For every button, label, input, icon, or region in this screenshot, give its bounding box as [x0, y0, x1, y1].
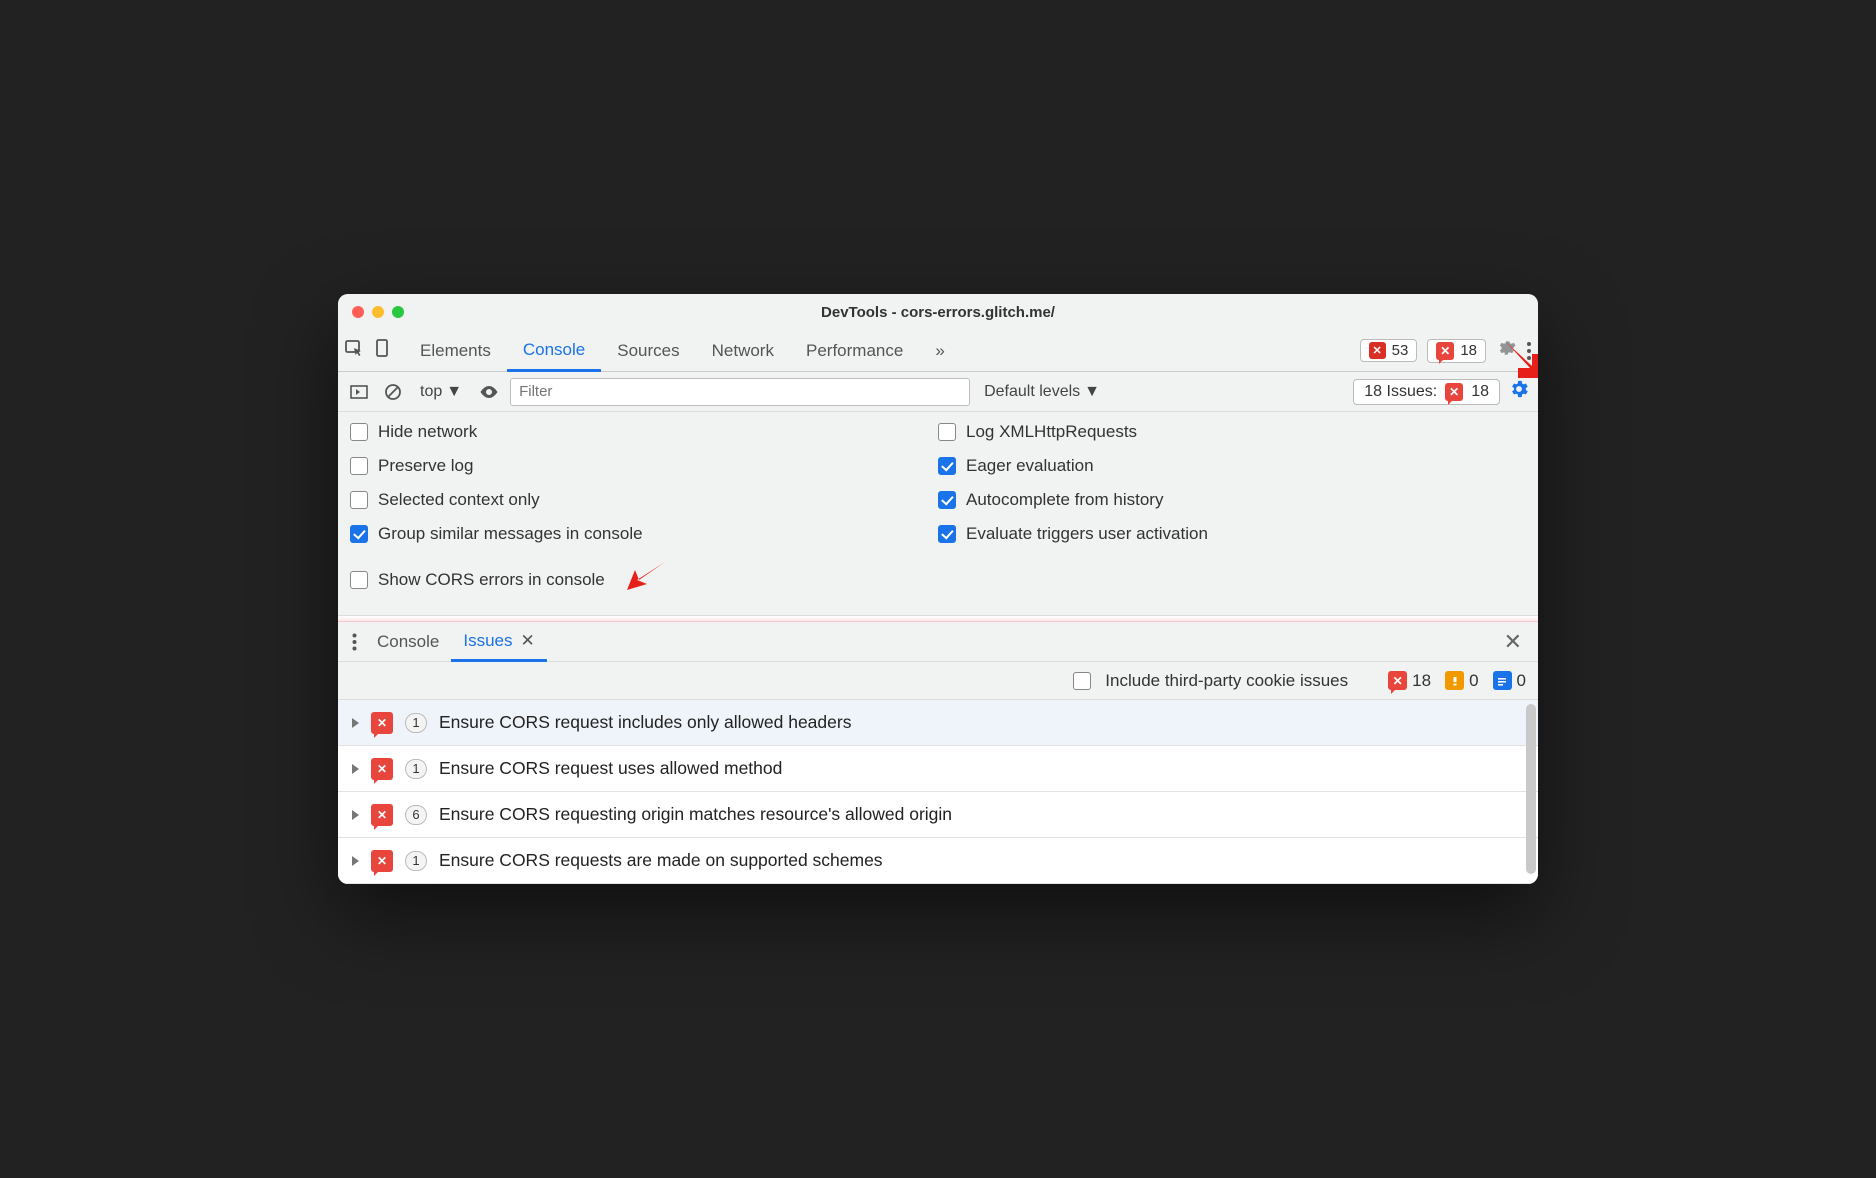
log-levels-selector[interactable]: Default levels ▼	[984, 383, 1100, 401]
issue-title: Ensure CORS requesting origin matches re…	[439, 804, 952, 825]
checkbox-icon	[350, 457, 368, 475]
context-selector[interactable]: top ▼	[414, 383, 468, 401]
maximize-window[interactable]	[392, 306, 404, 318]
main-tabstrip: Elements Console Sources Network Perform…	[338, 330, 1538, 372]
expand-icon[interactable]	[352, 856, 359, 866]
console-toolbar: top ▼ Default levels ▼ 18 Issues: 18	[338, 372, 1538, 412]
setting-show-cors[interactable]: Show CORS errors in console	[350, 558, 938, 601]
checkbox-icon	[350, 571, 368, 589]
checkbox-checked-icon	[350, 525, 368, 543]
count-pill: 6	[405, 805, 427, 825]
issue-row[interactable]: 6 Ensure CORS requesting origin matches …	[338, 792, 1538, 838]
chevron-down-icon: ▼	[446, 383, 462, 401]
setting-eval-user-activation[interactable]: Evaluate triggers user activation	[938, 524, 1526, 544]
message-error-icon	[371, 712, 393, 734]
count-pill: 1	[405, 851, 427, 871]
issues-list: 1 Ensure CORS request includes only allo…	[338, 700, 1538, 884]
issue-title: Ensure CORS request includes only allowe…	[439, 712, 851, 733]
error-count-badge[interactable]: ✕ 53	[1360, 339, 1418, 362]
setting-autocomplete-history[interactable]: Autocomplete from history	[938, 490, 1526, 510]
message-error-icon	[1445, 383, 1463, 401]
checkbox-checked-icon	[938, 491, 956, 509]
close-window[interactable]	[352, 306, 364, 318]
expand-icon[interactable]	[352, 764, 359, 774]
issue-title: Ensure CORS request uses allowed method	[439, 758, 782, 779]
setting-eager-eval[interactable]: Eager evaluation	[938, 456, 1526, 476]
close-drawer-icon[interactable]: ✕	[1494, 629, 1532, 655]
checkbox-icon	[350, 423, 368, 441]
setting-group-similar[interactable]: Group similar messages in console	[350, 524, 938, 544]
devtools-window: DevTools - cors-errors.glitch.me/ Elemen…	[338, 294, 1538, 884]
minimize-window[interactable]	[372, 306, 384, 318]
filter-input[interactable]	[510, 378, 970, 406]
checkbox-icon	[350, 491, 368, 509]
message-error-icon	[371, 850, 393, 872]
tab-console[interactable]: Console	[507, 330, 601, 372]
setting-selected-context[interactable]: Selected context only	[350, 490, 938, 510]
inspect-icon[interactable]	[344, 338, 364, 363]
window-controls	[352, 306, 404, 318]
device-toolbar-icon[interactable]	[372, 338, 392, 363]
setting-log-xhr[interactable]: Log XMLHttpRequests	[938, 422, 1526, 442]
issues-summary-badge[interactable]: 18 Issues: 18	[1353, 379, 1500, 405]
tab-elements[interactable]: Elements	[404, 330, 507, 372]
drawer-kebab-icon[interactable]	[344, 633, 365, 651]
info-icon	[1493, 671, 1512, 690]
count-pill: 1	[405, 713, 427, 733]
count-pill: 1	[405, 759, 427, 779]
drawer-tab-issues[interactable]: Issues ✕	[451, 622, 546, 662]
chevron-down-icon: ▼	[1084, 383, 1100, 401]
issues-warning-count[interactable]: 0	[1445, 671, 1478, 691]
console-settings-gear-icon[interactable]	[1508, 378, 1530, 405]
issues-toolbar: Include third-party cookie issues 18 0 0	[338, 662, 1538, 700]
scrollbar[interactable]	[1526, 704, 1536, 874]
checkbox-checked-icon	[938, 457, 956, 475]
console-settings-panel: Hide network Preserve log Selected conte…	[338, 412, 1538, 616]
clear-console-icon[interactable]	[380, 379, 406, 405]
issues-info-count[interactable]: 0	[1493, 671, 1526, 691]
eye-icon[interactable]	[476, 379, 502, 405]
filter-field[interactable]	[510, 378, 970, 406]
error-icon: ✕	[1369, 342, 1386, 359]
checkbox-checked-icon	[938, 525, 956, 543]
close-tab-icon[interactable]: ✕	[521, 631, 535, 651]
kebab-menu-icon[interactable]	[1526, 341, 1532, 361]
expand-icon[interactable]	[352, 718, 359, 728]
message-error-icon	[1388, 671, 1407, 690]
include-third-party-label: Include third-party cookie issues	[1105, 671, 1348, 691]
issue-row[interactable]: 1 Ensure CORS requests are made on suppo…	[338, 838, 1538, 884]
tab-sources[interactable]: Sources	[601, 330, 695, 372]
titlebar: DevTools - cors-errors.glitch.me/	[338, 294, 1538, 330]
tab-more[interactable]: »	[919, 330, 960, 372]
message-count-badge[interactable]: 18	[1427, 339, 1486, 363]
drawer-tabstrip: Console Issues ✕ ✕	[338, 622, 1538, 662]
issue-row[interactable]: 1 Ensure CORS request includes only allo…	[338, 700, 1538, 746]
issues-error-count[interactable]: 18	[1388, 671, 1431, 691]
message-error-icon	[371, 804, 393, 826]
checkbox-icon	[938, 423, 956, 441]
checkbox-icon[interactable]	[1073, 672, 1091, 690]
warning-icon	[1445, 671, 1464, 690]
tab-network[interactable]: Network	[696, 330, 790, 372]
tab-performance[interactable]: Performance	[790, 330, 919, 372]
drawer-tab-console[interactable]: Console	[365, 622, 451, 662]
annotation-arrow-cors	[625, 558, 669, 601]
toggle-sidebar-icon[interactable]	[346, 379, 372, 405]
issue-row[interactable]: 1 Ensure CORS request uses allowed metho…	[338, 746, 1538, 792]
message-error-icon	[1436, 342, 1454, 360]
settings-gear-icon[interactable]	[1496, 338, 1516, 363]
message-error-icon	[371, 758, 393, 780]
issue-title: Ensure CORS requests are made on support…	[439, 850, 883, 871]
expand-icon[interactable]	[352, 810, 359, 820]
window-title: DevTools - cors-errors.glitch.me/	[338, 304, 1538, 321]
setting-preserve-log[interactable]: Preserve log	[350, 456, 938, 476]
setting-hide-network[interactable]: Hide network	[350, 422, 938, 442]
